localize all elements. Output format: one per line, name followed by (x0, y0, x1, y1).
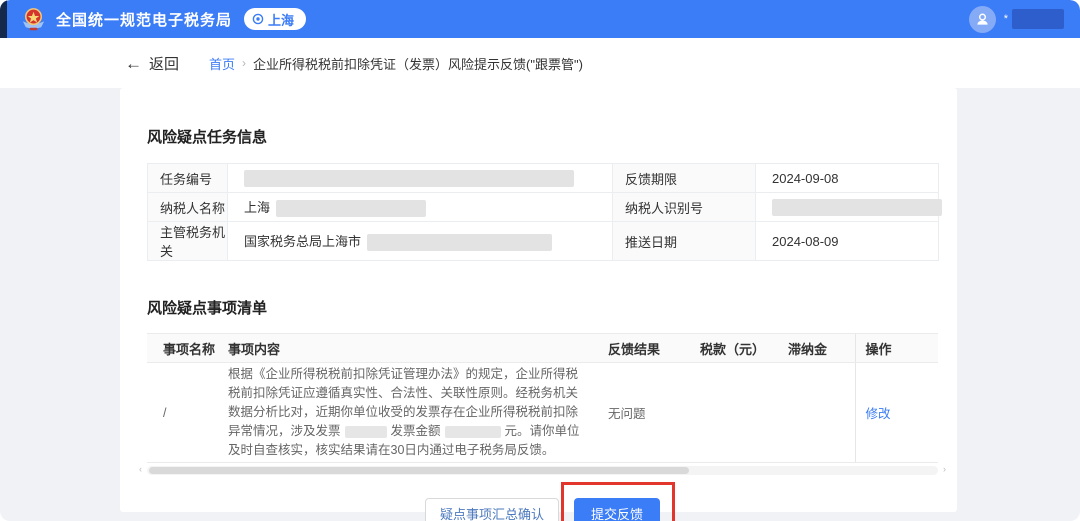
header-user-area: * (969, 6, 1064, 33)
cell-late-fee (788, 363, 855, 463)
user-avatar-icon (975, 12, 990, 27)
user-name-prefix: * (1004, 13, 1008, 25)
main-card: 风险疑点任务信息 任务编号 反馈期限 2024-09-08 纳税人名称 上海 纳… (120, 88, 957, 512)
back-label: 返回 (149, 53, 179, 74)
page: 全国统一规范电子税务局 上海 * ← 返回 首页 › (0, 0, 1080, 521)
cell-tax-amount (700, 363, 788, 463)
field-label-task-number: 任务编号 (148, 164, 228, 193)
location-pin-icon (252, 13, 264, 25)
breadcrumb-bar: ← 返回 首页 › 企业所得税税前扣除凭证（发票）风险提示反馈("跟票管") (0, 38, 1080, 88)
field-value-taxpayer-name: 上海 (228, 193, 613, 222)
cell-item-name: / (147, 363, 228, 463)
task-info-section-title: 风险疑点任务信息 (147, 126, 938, 147)
field-label-push-date: 推送日期 (613, 222, 756, 261)
redacted-value (367, 234, 552, 251)
column-header-action: 操作 (855, 334, 938, 363)
horizontal-scrollbar-track[interactable]: ‹ › (147, 466, 938, 475)
breadcrumb-separator: › (242, 56, 246, 70)
scrollbar-left-arrow-icon[interactable]: ‹ (139, 464, 142, 474)
redacted-value (772, 199, 942, 216)
table-row: / 根据《企业所得税税前扣除凭证管理办法》的规定，企业所得税税前扣除凭证应遵循真… (147, 363, 938, 463)
window-edge (0, 0, 7, 38)
cell-feedback-result: 无问题 (608, 363, 700, 463)
cell-action: 修改 (855, 363, 938, 463)
top-header-bar: 全国统一规范电子税务局 上海 * (0, 0, 1080, 38)
modify-link[interactable]: 修改 (866, 407, 891, 421)
back-arrow-icon: ← (125, 55, 142, 72)
content-area: 风险疑点任务信息 任务编号 反馈期限 2024-09-08 纳税人名称 上海 纳… (0, 88, 1080, 521)
scrollbar-right-arrow-icon[interactable]: › (943, 464, 946, 474)
column-header-feedback-result: 反馈结果 (608, 334, 700, 363)
user-avatar[interactable] (969, 6, 996, 33)
value-text: 上海 (244, 200, 270, 215)
field-value-push-date: 2024-08-09 (756, 222, 939, 261)
redacted-invoice-amount (445, 426, 501, 438)
table-header-row: 事项名称 事项内容 反馈结果 税款（元） 滞纳金 操作 (147, 334, 938, 363)
location-switcher[interactable]: 上海 (244, 8, 306, 30)
field-value-feedback-deadline: 2024-09-08 (756, 164, 939, 193)
field-label-taxpayer-id: 纳税人识别号 (613, 193, 756, 222)
field-label-feedback-deadline: 反馈期限 (613, 164, 756, 193)
field-label-taxpayer-name: 纳税人名称 (148, 193, 228, 222)
field-label-tax-authority: 主管税务机关 (148, 222, 228, 261)
field-value-task-number (228, 164, 613, 193)
submit-button-wrapper: 提交反馈 (574, 498, 660, 521)
location-label: 上海 (268, 10, 294, 29)
table-row: 纳税人名称 上海 纳税人识别号 (148, 193, 939, 222)
submit-feedback-button[interactable]: 提交反馈 (574, 498, 660, 521)
footer-button-row: 疑点事项汇总确认 提交反馈 (147, 498, 938, 521)
column-header-item-name: 事项名称 (147, 334, 228, 363)
table-row: 任务编号 反馈期限 2024-09-08 (148, 164, 939, 193)
table-row: 主管税务机关 国家税务总局上海市 推送日期 2024-08-09 (148, 222, 939, 261)
items-section-title: 风险疑点事项清单 (147, 297, 938, 318)
redacted-invoice-count (345, 426, 387, 438)
column-header-tax-amount: 税款（元） (700, 334, 788, 363)
back-button[interactable]: ← 返回 (125, 53, 179, 74)
summary-confirm-button[interactable]: 疑点事项汇总确认 (425, 498, 559, 521)
breadcrumb-home-link[interactable]: 首页 (209, 54, 235, 73)
cell-item-content: 根据《企业所得税税前扣除凭证管理办法》的规定，企业所得税税前扣除凭证应遵循真实性… (228, 363, 608, 463)
field-value-tax-authority: 国家税务总局上海市 (228, 222, 613, 261)
redacted-value (244, 170, 574, 187)
horizontal-scrollbar-thumb[interactable] (149, 467, 689, 474)
column-header-late-fee: 滞纳金 (788, 334, 855, 363)
content-part: 发票金额 (391, 424, 441, 438)
breadcrumb: 首页 › 企业所得税税前扣除凭证（发票）风险提示反馈("跟票管") (209, 54, 583, 73)
field-value-taxpayer-id (756, 193, 939, 222)
column-header-item-content: 事项内容 (228, 334, 608, 363)
user-name-redacted (1012, 9, 1064, 29)
risk-items-table: 事项名称 事项内容 反馈结果 税款（元） 滞纳金 操作 / 根据《企业所得税税前… (147, 333, 938, 463)
app-title: 全国统一规范电子税务局 (56, 9, 232, 30)
breadcrumb-current-page: 企业所得税税前扣除凭证（发票）风险提示反馈("跟票管") (253, 54, 583, 73)
redacted-value (276, 200, 426, 217)
value-text: 国家税务总局上海市 (244, 234, 361, 249)
tax-bureau-emblem-icon (20, 6, 47, 33)
task-info-table: 任务编号 反馈期限 2024-09-08 纳税人名称 上海 纳税人识别号 主管税… (147, 163, 939, 261)
item-content-text: 根据《企业所得税税前扣除凭证管理办法》的规定，企业所得税税前扣除凭证应遵循真实性… (228, 365, 586, 460)
